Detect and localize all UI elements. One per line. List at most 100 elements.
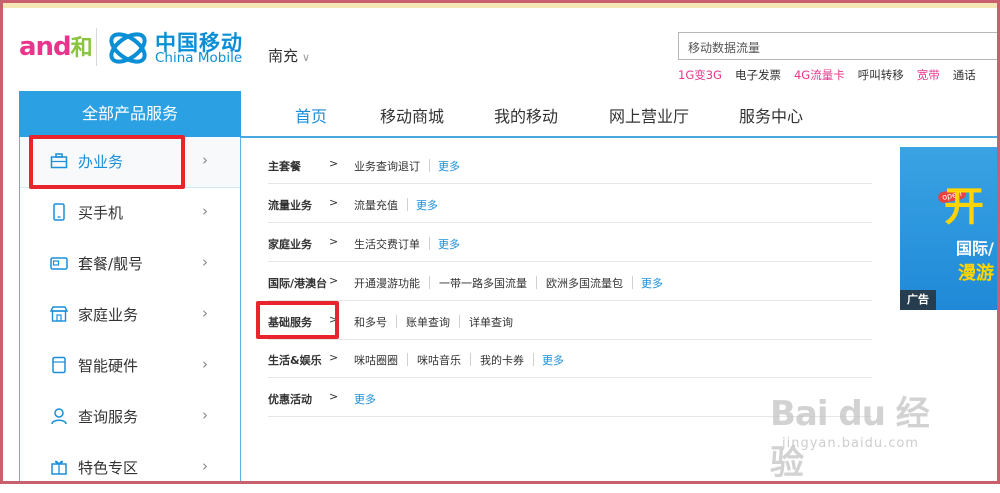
more-link[interactable]: 更多	[438, 238, 460, 251]
ad-line-1: 国际/	[956, 239, 994, 258]
sidebar-item-smart-hardware[interactable]: 智能硬件 ›	[20, 341, 240, 391]
chevron-right-icon: ›	[202, 202, 208, 220]
city-selector[interactable]: 南充 ∨	[268, 45, 310, 66]
nav-online-hall[interactable]: 网上营业厅	[609, 103, 689, 127]
sidebar: 办业务 › 买手机 › 套餐/靓号 › 家庭业务 › 智能硬件 › 查询服务 ›…	[19, 137, 241, 484]
hot-link[interactable]: 呼叫转移	[858, 68, 904, 82]
chevron-right-icon: ›	[202, 355, 208, 373]
menu-link[interactable]: 生活交费订单	[354, 238, 420, 251]
menu-link[interactable]: 我的卡券	[480, 354, 524, 367]
menu-link[interactable]: 欧洲多国流量包	[546, 277, 623, 290]
link-separator	[407, 353, 408, 366]
sidebar-item-family[interactable]: 家庭业务 ›	[20, 290, 240, 340]
menu-link[interactable]: 咪咕圈圈	[354, 354, 398, 367]
menu-row-links: 流量充值 更多	[354, 197, 438, 213]
ad-banner[interactable]: open 开 国际/ 漫游 广告	[900, 147, 1000, 310]
hot-link[interactable]: 4G流量卡	[794, 68, 845, 82]
chevron-right-icon: >	[329, 274, 339, 287]
more-link[interactable]: 更多	[542, 354, 564, 367]
menu-row-title[interactable]: 主套餐	[268, 158, 301, 174]
menu-row-title[interactable]: 生活&娱乐	[268, 352, 322, 368]
chevron-right-icon: ›	[202, 457, 208, 475]
link-separator	[459, 315, 460, 328]
highlight-box-basic-service	[256, 301, 339, 339]
menu-row-title[interactable]: 国际/港澳台	[268, 275, 327, 291]
menu-link[interactable]: 咪咕音乐	[417, 354, 461, 367]
ad-tag: 广告	[900, 290, 936, 310]
menu-row: 生活&娱乐 > 咪咕圈圈 咪咕音乐 我的卡券 更多	[268, 339, 872, 378]
menu-link[interactable]: 流量充值	[354, 199, 398, 212]
nav-underline	[241, 136, 1000, 138]
menu-link[interactable]: 业务查询退订	[354, 160, 420, 173]
chevron-right-icon: >	[329, 351, 339, 364]
menu-row-title[interactable]: 优惠活动	[268, 391, 312, 407]
more-link[interactable]: 更多	[354, 393, 376, 406]
shop-icon	[50, 306, 68, 322]
all-products-button[interactable]: 全部产品服务	[19, 91, 241, 137]
hot-link[interactable]: 宽带	[917, 68, 940, 82]
nav-mall[interactable]: 移动商城	[380, 103, 444, 127]
phone-icon	[53, 203, 65, 221]
more-link[interactable]: 更多	[438, 160, 460, 173]
china-mobile-logo-icon[interactable]	[106, 26, 150, 70]
hot-link[interactable]: 通话	[953, 68, 976, 82]
gift-icon	[51, 460, 67, 475]
chevron-right-icon: ›	[202, 253, 208, 271]
sidebar-item-featured[interactable]: 特色专区 ›	[20, 443, 240, 493]
link-separator	[429, 159, 430, 172]
ad-headline: 开	[944, 184, 984, 230]
watermark-text: Bai du 经验	[770, 394, 930, 483]
link-separator	[536, 276, 537, 289]
hot-link[interactable]: 电子发票	[735, 68, 781, 82]
link-separator	[632, 276, 633, 289]
sidebar-item-query[interactable]: 查询服务 ›	[20, 392, 240, 442]
nav-home[interactable]: 首页	[295, 103, 327, 127]
hot-links: 1G变3G 电子发票 4G流量卡 呼叫转移 宽带 通话	[678, 67, 989, 83]
sidebar-item-label: 套餐/靓号	[78, 255, 144, 273]
more-link[interactable]: 更多	[641, 277, 663, 290]
sidebar-item-label: 家庭业务	[78, 306, 139, 324]
sidebar-item-label: 智能硬件	[78, 357, 139, 375]
card-icon	[50, 257, 68, 270]
menu-link[interactable]: 账单查询	[406, 316, 450, 329]
menu-row-title[interactable]: 家庭业务	[268, 236, 312, 252]
menu-row: 基础服务 > 和多号 账单查询 详单查询	[268, 301, 872, 340]
sidebar-item-plans[interactable]: 套餐/靓号 ›	[20, 239, 240, 289]
chevron-right-icon: >	[329, 196, 339, 209]
menu-row: 家庭业务 > 生活交费订单 更多	[268, 223, 872, 262]
city-label: 南充	[268, 47, 299, 65]
link-separator	[429, 237, 430, 250]
chevron-right-icon: >	[329, 235, 339, 248]
chevron-down-icon: ∨	[302, 51, 311, 64]
menu-row-title[interactable]: 流量业务	[268, 197, 312, 213]
menu-link[interactable]: 开通漫游功能	[354, 277, 420, 290]
chevron-right-icon: ›	[202, 304, 208, 322]
sidebar-item-label: 查询服务	[78, 408, 139, 426]
menu-row: 主套餐 > 业务查询退订 更多	[268, 145, 872, 184]
menu-row-links: 咪咕圈圈 咪咕音乐 我的卡券 更多	[354, 352, 564, 368]
sidebar-item-buy-phone[interactable]: 买手机 ›	[20, 188, 240, 238]
top-banner-strip	[0, 0, 1000, 8]
logo-divider	[96, 28, 97, 66]
more-link[interactable]: 更多	[416, 199, 438, 212]
and-logo-he: 和	[70, 36, 93, 61]
and-logo[interactable]: and和	[19, 30, 93, 62]
nav-my-mobile[interactable]: 我的移动	[494, 103, 558, 127]
menu-row: 流量业务 > 流量充值 更多	[268, 184, 872, 223]
china-mobile-name-en: China Mobile	[155, 50, 243, 66]
chevron-right-icon: >	[329, 390, 339, 403]
nav-service-center[interactable]: 服务中心	[739, 103, 803, 127]
sidebar-item-label: 买手机	[78, 204, 124, 222]
menu-link[interactable]: 详单查询	[469, 316, 513, 329]
link-separator	[470, 353, 471, 366]
ad-line-2: 漫游	[958, 263, 994, 284]
search-input[interactable]: 移动数据流量	[678, 32, 1000, 60]
sidebar-item-label: 特色专区	[78, 459, 139, 477]
hot-link[interactable]: 1G变3G	[678, 68, 722, 82]
link-separator	[533, 353, 534, 366]
menu-link[interactable]: 一带一路多国流量	[439, 277, 527, 290]
menu-link[interactable]: 和多号	[354, 316, 387, 329]
link-separator	[396, 315, 397, 328]
chevron-right-icon: >	[329, 157, 339, 170]
watermark-url: jingyan.baidu.com	[782, 436, 919, 451]
